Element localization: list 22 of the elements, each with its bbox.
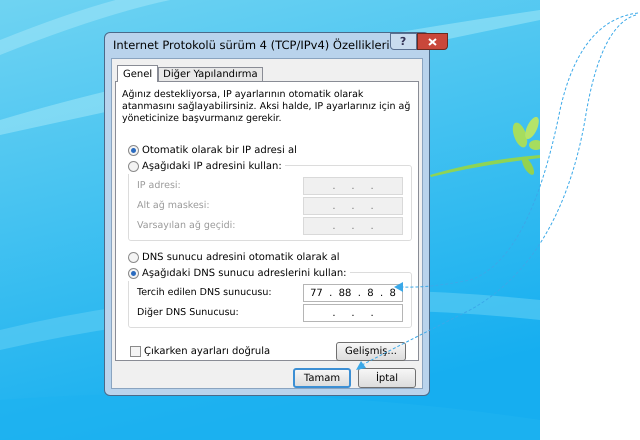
radio-option[interactable]: DNS sunucu adresini otomatik olarak al bbox=[122, 248, 412, 266]
help-button[interactable]: ? bbox=[390, 33, 417, 50]
description-text: Ağınız destekliyorsa, IP ayarlarının otomatik olarak atanmasını sağlayabilirsiniz. Aksi halde, IP ayarlarınız için ağ yöneticinize başvurmanız gerekir. bbox=[122, 89, 412, 125]
radio-option[interactable]: Aşağıdaki DNS sunucu adreslerini kullan: bbox=[128, 266, 350, 281]
dialog-button[interactable]: İptal bbox=[358, 368, 416, 388]
tab[interactable]: Diğer Yapılandırma bbox=[158, 67, 263, 81]
dialog-button[interactable]: Tamam bbox=[293, 368, 351, 388]
close-icon bbox=[428, 38, 437, 46]
radio-option[interactable]: Aşağıdaki IP adresini kullan: bbox=[128, 159, 285, 174]
close-button[interactable] bbox=[416, 33, 448, 50]
advanced-button[interactable]: Gelişmiş... bbox=[336, 342, 406, 361]
field-label: Tercih edilen DNS sunucusu: bbox=[137, 286, 272, 300]
window-title: Internet Protokolü sürüm 4 (TCP/IPv4) Özellikleri bbox=[112, 36, 390, 54]
checkbox-option[interactable]: Çıkarken ayarları doğrula bbox=[130, 344, 270, 359]
ip-address-field[interactable]: 77 . 88 . 8 . 8 bbox=[303, 284, 403, 302]
field-label: Varsayılan ağ geçidi: bbox=[137, 218, 236, 233]
radio-option[interactable]: Otomatik olarak bir IP adresi al bbox=[122, 141, 412, 159]
field-label: Alt ağ maskesi: bbox=[137, 198, 210, 213]
ip-address-field[interactable]: . . . bbox=[303, 304, 403, 322]
field-label: IP adresi: bbox=[137, 178, 181, 193]
tab[interactable]: Genel bbox=[117, 65, 158, 82]
field-label: Diğer DNS Sunucusu: bbox=[137, 306, 239, 320]
